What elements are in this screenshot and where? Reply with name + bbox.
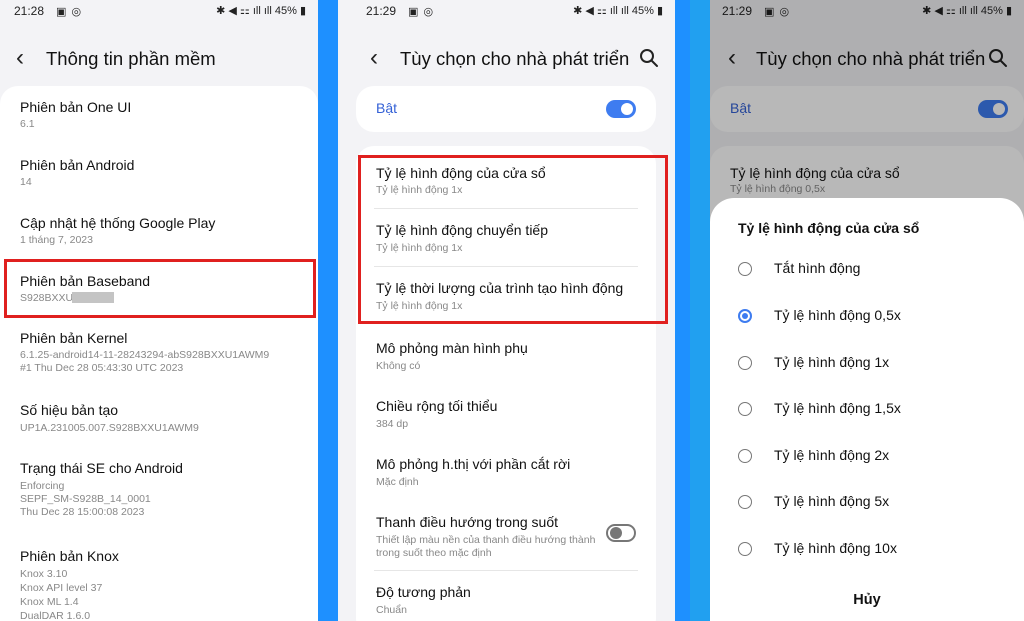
page-title: Tùy chọn cho nhà phát triển <box>400 48 630 69</box>
radio-button-selected[interactable] <box>738 309 752 323</box>
list-item-google-play[interactable]: Cập nhật hệ thống Google Play 1 tháng 7,… <box>0 202 318 260</box>
info-list-card: Phiên bản One UI 6.1 Phiên bản Android 1… <box>0 86 318 621</box>
option-scale-5x[interactable]: Tỷ lệ hình động 5x <box>710 483 1024 523</box>
list-item-secondary-display[interactable]: Mô phỏng màn hình phụ Không có <box>356 324 656 382</box>
radio-button[interactable] <box>738 449 752 463</box>
cancel-button[interactable]: Hủy <box>710 592 1024 608</box>
list-item-contrast[interactable]: Độ tương phản Chuẩn <box>356 570 656 621</box>
list-item-transparent-navbar[interactable]: Thanh điều hướng trong suốt Thiết lập mà… <box>356 498 656 568</box>
notification-icons: ▣ ◎ <box>56 6 83 18</box>
list-item-build-number[interactable]: Số hiệu bản tạo UP1A.231005.007.S928BXXU… <box>0 390 318 448</box>
radio-button[interactable] <box>738 495 752 509</box>
list-item-smallest-width[interactable]: Chiều rộng tối thiểu 384 dp <box>356 382 656 440</box>
list-item-display-cutout[interactable]: Mô phỏng h.thị với phần cắt rời Mặc định <box>356 440 656 498</box>
status-bar: 21:28 ▣ ◎ ✱ ◀ ⚏ ıll ıll 45% ▮ <box>0 0 318 24</box>
app-bar: ‹ Thông tin phần mềm <box>0 40 318 80</box>
option-scale-2x[interactable]: Tỷ lệ hình động 2x <box>710 437 1024 477</box>
option-scale-1x[interactable]: Tỷ lệ hình động 1x <box>710 344 1024 384</box>
list-item-se-android[interactable]: Trạng thái SE cho Android Enforcing SEPF… <box>0 448 318 532</box>
option-scale-1-5x[interactable]: Tỷ lệ hình động 1,5x <box>710 390 1024 430</box>
master-toggle-label: Bật <box>376 100 398 116</box>
status-battery: ✱ ◀ ⚏ ıll ıll 45% ▮ <box>216 5 306 17</box>
status-time: 21:29 <box>366 4 397 18</box>
list-item-baseband[interactable]: Phiên bản Baseband S928BXXU <box>0 260 318 318</box>
dev-options-list-card: Tỷ lệ hình động của cửa sổ Tỷ lệ hình độ… <box>356 146 656 621</box>
app-bar: ‹ Tùy chọn cho nhà phát triển <box>338 40 675 80</box>
status-battery: ✱ ◀ ⚏ ıll ıll 45% ▮ <box>573 5 663 17</box>
list-item-animator-duration[interactable]: Tỷ lệ thời lượng của trình tạo hình động… <box>356 266 656 324</box>
dialog-title: Tỷ lệ hình động của cửa sổ <box>738 220 920 236</box>
notification-icons: ▣ ◎ <box>408 6 435 18</box>
list-item-kernel[interactable]: Phiên bản Kernel 6.1.25-android14-11-282… <box>0 318 318 390</box>
back-icon[interactable]: ‹ <box>16 46 24 70</box>
option-scale-0-5x[interactable]: Tỷ lệ hình động 0,5x <box>710 297 1024 337</box>
radio-button[interactable] <box>738 542 752 556</box>
list-item-window-animation[interactable]: Tỷ lệ hình động của cửa sổ Tỷ lệ hình độ… <box>356 146 656 204</box>
animation-scale-dialog: Tỷ lệ hình động của cửa sổ Tắt hình động… <box>710 198 1024 621</box>
screen-software-info: 21:28 ▣ ◎ ✱ ◀ ⚏ ıll ıll 45% ▮ ‹ Thông ti… <box>0 0 318 621</box>
screen-developer-options: 21:29 ▣ ◎ ✱ ◀ ⚏ ıll ıll 45% ▮ ‹ Tùy chọn… <box>338 0 675 621</box>
option-scale-10x[interactable]: Tỷ lệ hình động 10x <box>710 530 1024 570</box>
page-title: Thông tin phần mềm <box>46 48 216 69</box>
status-time: 21:28 <box>14 4 45 18</box>
search-icon[interactable] <box>639 48 659 68</box>
list-item-android[interactable]: Phiên bản Android 14 <box>0 144 318 202</box>
master-toggle-switch[interactable] <box>606 100 636 118</box>
screen-animation-scale-dialog: 21:29 ▣ ◎ ✱ ◀ ⚏ ıll ıll 45% ▮ ‹ Tùy chọn… <box>710 0 1024 621</box>
radio-button[interactable] <box>738 262 752 276</box>
list-item-one-ui[interactable]: Phiên bản One UI 6.1 <box>0 86 318 144</box>
master-toggle-card[interactable]: Bật <box>356 86 656 132</box>
option-animation-off[interactable]: Tắt hình động <box>710 250 1024 290</box>
status-bar: 21:29 ▣ ◎ ✱ ◀ ⚏ ıll ıll 45% ▮ <box>338 0 675 24</box>
redacted-block <box>72 292 114 303</box>
list-item-transition-animation[interactable]: Tỷ lệ hình động chuyển tiếp Tỷ lệ hình đ… <box>356 208 656 266</box>
list-item-knox[interactable]: Phiên bản Knox Knox 3.10 Knox API level … <box>0 532 318 621</box>
back-icon[interactable]: ‹ <box>370 46 378 70</box>
transparent-navbar-switch[interactable] <box>606 524 636 542</box>
radio-button[interactable] <box>738 402 752 416</box>
radio-button[interactable] <box>738 356 752 370</box>
